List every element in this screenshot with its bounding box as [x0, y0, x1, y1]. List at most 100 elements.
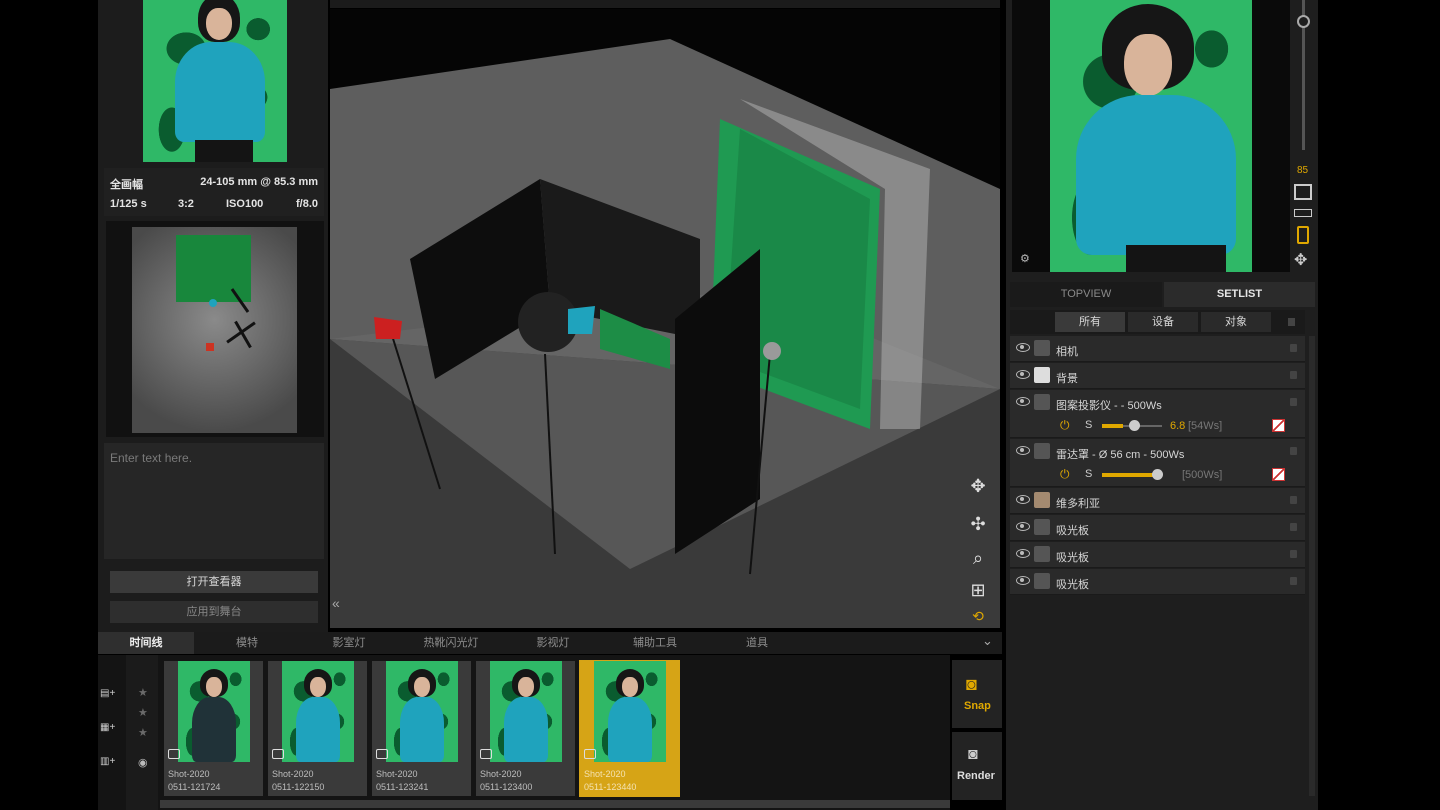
power-slider-thumb[interactable] — [1129, 420, 1140, 431]
visibility-eye-icon[interactable] — [1016, 370, 1030, 379]
tab-film-lights[interactable]: 影视灯 — [506, 632, 600, 654]
viewport-3d[interactable]: « — [330, 9, 1000, 628]
lock-icon[interactable] — [1290, 398, 1297, 406]
timeline-scrollbar[interactable] — [160, 800, 950, 808]
eye-icon[interactable]: ◉ — [138, 756, 148, 769]
orbit-icon[interactable]: ✥ — [966, 474, 990, 498]
ruler-icon[interactable] — [1294, 209, 1312, 217]
iso-label: ISO100 — [226, 198, 264, 210]
flag-icon — [1034, 546, 1050, 562]
lock-icon[interactable] — [1290, 550, 1297, 558]
zoom-slider-thumb[interactable] — [1297, 15, 1310, 28]
color-filter-swatch[interactable] — [1272, 468, 1285, 481]
item-label: 雷达罩 - Ø 56 cm - 500Ws — [1056, 449, 1185, 461]
shot-marker-icon — [584, 749, 596, 759]
camera-settings-icon[interactable]: ⚙ — [1020, 252, 1030, 265]
camera-info: 全画幅 24-105 mm @ 85.3 mm 1/125 s 3:2 ISO1… — [104, 168, 324, 216]
setlist-item-camera[interactable]: 相机 — [1010, 336, 1305, 362]
mode-label: S — [1085, 468, 1093, 480]
zoom-icon[interactable]: ⌕ — [966, 546, 990, 570]
add-set-icon[interactable]: ▥+ — [100, 756, 122, 769]
add-batch-icon[interactable]: ▦+ — [100, 722, 122, 735]
collapse-viewport-button[interactable]: « — [332, 595, 340, 611]
setlist-item-model[interactable]: 维多利亚 — [1010, 488, 1305, 514]
tab-studio-lights[interactable]: 影室灯 — [302, 632, 396, 654]
timeline-shot[interactable]: Shot-2020 0511-122150 — [268, 661, 367, 796]
visibility-eye-icon[interactable] — [1016, 549, 1030, 558]
tab-setlist[interactable]: SETLIST — [1164, 282, 1315, 307]
item-label: 图案投影仪 - - 500Ws — [1056, 400, 1162, 412]
shot-marker-icon — [168, 749, 180, 759]
tab-props[interactable]: 道具 — [710, 632, 804, 654]
visibility-eye-icon[interactable] — [1016, 397, 1030, 406]
notes-area[interactable]: Enter text here. — [104, 443, 324, 559]
top-view-map[interactable] — [106, 221, 324, 437]
snap-button[interactable]: ◙ Snap — [952, 660, 1002, 728]
tab-models[interactable]: 模特 — [200, 632, 294, 654]
power-slider-thumb[interactable] — [1152, 469, 1163, 480]
map-model — [209, 299, 217, 307]
lock-icon[interactable] — [1290, 371, 1297, 379]
apply-stage-button[interactable]: 应用到舞台 — [110, 601, 318, 623]
star-icon[interactable]: ★ — [138, 726, 148, 739]
add-shot-icon[interactable]: ▤+ — [100, 688, 122, 701]
star-icon[interactable]: ★ — [138, 706, 148, 719]
timeline-shot-selected[interactable]: Shot-2020 0511-123440 — [579, 660, 680, 797]
backdrop-icon — [1034, 367, 1050, 383]
color-filter-swatch[interactable] — [1272, 419, 1285, 432]
setlist-scrollbar[interactable] — [1309, 336, 1315, 796]
lock-icon[interactable] — [1290, 523, 1297, 531]
item-label: 吸光板 — [1056, 525, 1089, 537]
render-button[interactable]: ◙ Render — [952, 732, 1002, 800]
pan-icon[interactable]: ✣ — [966, 512, 990, 536]
projector-icon — [1034, 394, 1050, 410]
setlist-item-flag[interactable]: 吸光板 — [1010, 542, 1305, 568]
camera-icon — [1034, 340, 1050, 356]
visibility-eye-icon[interactable] — [1016, 446, 1030, 455]
move-icon[interactable]: ✥ — [1294, 250, 1307, 270]
timeline-shot[interactable]: Shot-2020 0511-123241 — [372, 661, 471, 796]
shot-caption: Shot-2020 0511-123440 — [584, 769, 637, 792]
visibility-eye-icon[interactable] — [1016, 576, 1030, 585]
item-label: 背景 — [1056, 373, 1078, 385]
tab-speedlights[interactable]: 热靴闪光灯 — [404, 632, 498, 654]
reset-view-icon[interactable]: ⟲ — [966, 604, 990, 628]
mode-label: S — [1085, 419, 1093, 431]
power-icon[interactable]: ⏻ — [1060, 418, 1070, 433]
setlist-item-background[interactable]: 背景 — [1010, 363, 1305, 389]
format-label: 全画幅 — [110, 179, 143, 191]
filter-all[interactable]: 所有 — [1055, 312, 1125, 332]
setlist-item-projector[interactable]: 图案投影仪 - - 500Ws — [1010, 390, 1305, 416]
filter-devices[interactable]: 设备 — [1128, 312, 1198, 332]
collapse-panel-icon[interactable]: ⌄ — [982, 633, 993, 649]
lock-icon[interactable] — [1288, 318, 1295, 326]
shot-thumbnail — [386, 661, 458, 762]
setlist-item-softbox[interactable]: 雷达罩 - Ø 56 cm - 500Ws — [1010, 439, 1305, 465]
shot-thumbnail — [594, 661, 666, 762]
portrait-orientation-icon[interactable] — [1297, 226, 1309, 244]
tab-helpers[interactable]: 辅助工具 — [608, 632, 702, 654]
visibility-eye-icon[interactable] — [1016, 495, 1030, 504]
visibility-eye-icon[interactable] — [1016, 343, 1030, 352]
tab-topview[interactable]: TOPVIEW — [1010, 282, 1162, 307]
setlist-item-flag[interactable]: 吸光板 — [1010, 515, 1305, 541]
star-icon[interactable]: ★ — [138, 686, 148, 699]
power-icon[interactable]: ⏻ — [1060, 467, 1070, 482]
lock-icon[interactable] — [1290, 496, 1297, 504]
fit-view-icon[interactable]: ⊞ — [966, 578, 990, 602]
timeline-shot[interactable]: Shot-2020 0511-121724 — [164, 661, 263, 796]
grid-icon[interactable] — [1294, 184, 1312, 200]
lock-icon[interactable] — [1290, 447, 1297, 455]
timeline-shot[interactable]: Shot-2020 0511-123400 — [476, 661, 575, 796]
camera-icon: ◙ — [966, 674, 977, 694]
lock-icon[interactable] — [1290, 577, 1297, 585]
map-backdrop — [176, 235, 251, 302]
filter-objects[interactable]: 对象 — [1201, 312, 1271, 332]
visibility-eye-icon[interactable] — [1016, 522, 1030, 531]
open-viewer-button[interactable]: 打开查看器 — [110, 571, 318, 593]
camera-view-photo[interactable] — [1050, 0, 1252, 272]
setlist-item-flag[interactable]: 吸光板 — [1010, 569, 1305, 595]
shot-caption: Shot-2020 0511-122150 — [272, 769, 325, 792]
tab-timeline[interactable]: 时间线 — [98, 632, 194, 654]
lock-icon[interactable] — [1290, 344, 1297, 352]
